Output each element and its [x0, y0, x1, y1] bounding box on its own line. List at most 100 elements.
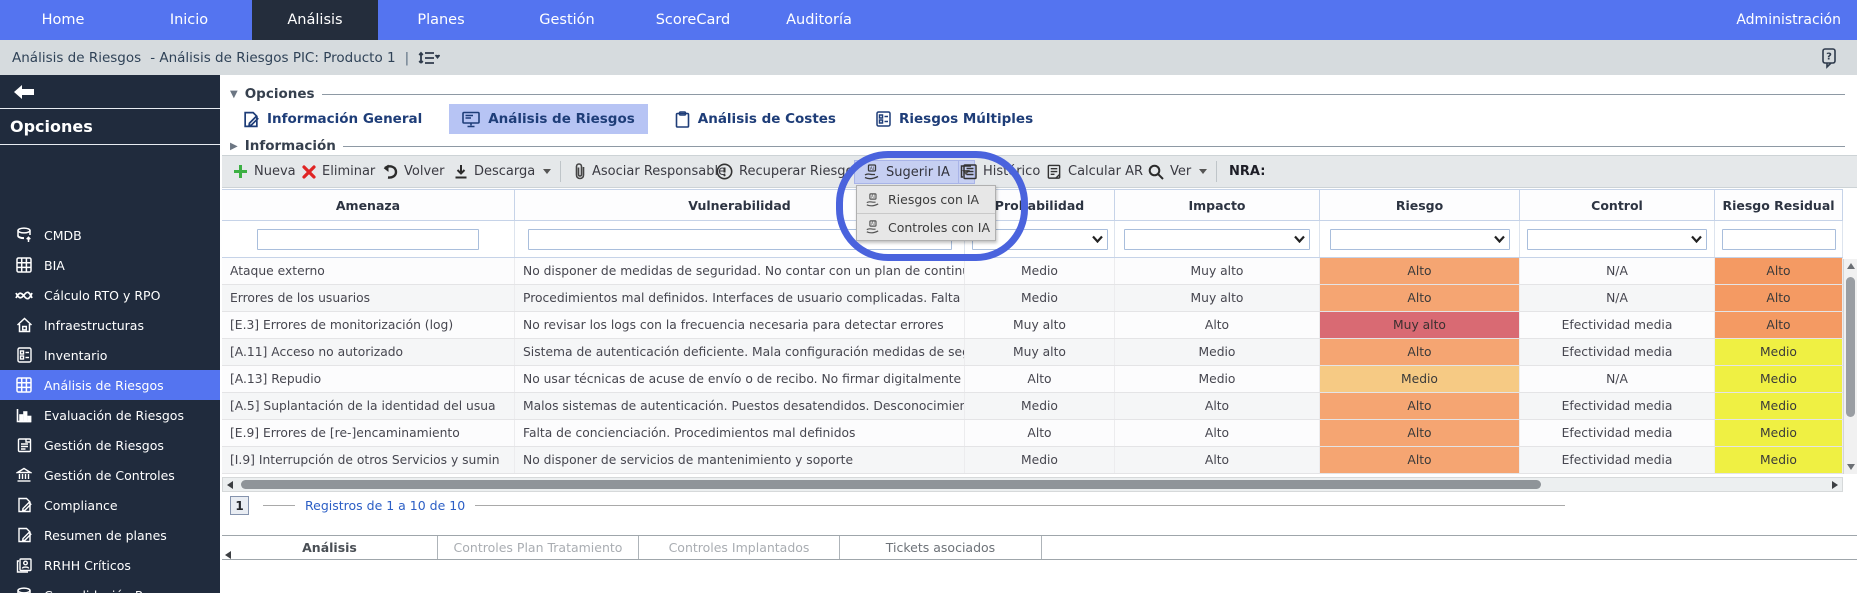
sidebar-item-label: Infraestructuras — [44, 318, 144, 333]
scroll-left-button[interactable] — [223, 478, 237, 491]
menu-item-riesgos-con-ia[interactable]: AI Riesgos con IA — [857, 186, 995, 213]
tab-riesgos-multiples[interactable]: Riesgos Múltiples — [863, 104, 1046, 134]
table-row[interactable]: [E.9] Errores de [re-]encaminamiento Fal… — [222, 420, 1843, 447]
tab-label: Riesgos Múltiples — [899, 111, 1033, 127]
sidebar-item-consolidacion-recursos[interactable]: Consolidación Recursos — [0, 580, 220, 593]
sidebar-item-compliance[interactable]: Compliance — [0, 490, 220, 520]
database-gear-icon — [15, 587, 33, 593]
column-header-control[interactable]: Control — [1520, 190, 1715, 220]
bottom-tab-analisis[interactable]: Análisis — [222, 536, 438, 559]
sidebar-item-calculo-rto-rpo[interactable]: Cálculo RTO y RPO — [0, 280, 220, 310]
column-header-riesgo[interactable]: Riesgo — [1320, 190, 1520, 220]
table-filter-row — [222, 221, 1843, 258]
cell-vulnerabilidad: Sistema de autenticación deficiente. Mal… — [515, 339, 965, 365]
recover-risks-button[interactable]: Recuperar Riesgos — [716, 156, 860, 187]
vertical-scrollbar-thumb[interactable] — [1846, 277, 1855, 417]
svg-text:AI: AI — [871, 221, 875, 226]
sidebar-item-rrhh-criticos[interactable]: RRHH Críticos — [0, 550, 220, 580]
suggest-ai-button[interactable]: AI Sugerir IA — [854, 160, 975, 184]
sidebar-item-analisis-de-riesgos[interactable]: Análisis de Riesgos — [0, 370, 220, 400]
delete-button[interactable]: Eliminar — [302, 156, 375, 187]
sidebar-item-infraestructuras[interactable]: Infraestructuras — [0, 310, 220, 340]
sidebar-item-gestion-de-controles[interactable]: Gestión de Controles — [0, 460, 220, 490]
bottom-tab-controles-plan-tratamiento[interactable]: Controles Plan Tratamiento — [438, 536, 639, 559]
history-button[interactable]: Histórico — [960, 156, 1040, 187]
table-row[interactable]: [A.5] Suplantación de la identidad del u… — [222, 393, 1843, 420]
back-button[interactable]: Volver — [382, 156, 445, 187]
tab-informacion-general[interactable]: Información General — [230, 104, 435, 134]
download-button[interactable]: Descarga — [454, 156, 551, 187]
horizontal-scrollbar[interactable] — [222, 477, 1843, 492]
vertical-scrollbar[interactable] — [1843, 259, 1857, 474]
filter-select-impacto[interactable] — [1124, 229, 1310, 250]
sidebar-item-bia[interactable]: BIA — [0, 250, 220, 280]
filter-input-riesgo-residual[interactable] — [1722, 229, 1836, 250]
assign-responsible-button[interactable]: Asociar Responsable — [574, 156, 726, 187]
column-header-amenaza[interactable]: Amenaza — [222, 190, 515, 220]
cell-riesgo-residual: Medio — [1715, 420, 1843, 446]
page-number-button[interactable]: 1 — [230, 496, 249, 515]
risk-table: Amenaza Vulnerabilidad Probabilidad Impa… — [222, 189, 1843, 474]
sidebar-item-label: Inventario — [44, 348, 107, 363]
cell-riesgo-residual: Medio — [1715, 366, 1843, 392]
scroll-up-button[interactable] — [1844, 259, 1857, 273]
tab-analisis-de-costes[interactable]: Análisis de Costes — [662, 104, 849, 134]
sidebar-item-cmdb[interactable]: CMDB — [0, 220, 220, 250]
ai-hand-icon: AI — [865, 220, 880, 234]
button-label: Recuperar Riesgos — [739, 164, 860, 179]
exclamation-circle-icon — [716, 163, 733, 180]
undo-arrow-icon — [382, 164, 398, 179]
breadcrumb-separator: | — [405, 50, 410, 66]
table-row[interactable]: Ataque externo No disponer de medidas de… — [222, 258, 1843, 285]
cell-vulnerabilidad: No usar técnicas de acuse de envío o de … — [515, 366, 965, 392]
table-row[interactable]: [A.13] Repudio No usar técnicas de acuse… — [222, 366, 1843, 393]
collapse-triangle-icon[interactable]: ▼ — [230, 89, 238, 100]
table-row[interactable]: [E.3] Errores de monitorización (log) No… — [222, 312, 1843, 339]
sidebar-item-resumen-de-planes[interactable]: Resumen de planes — [0, 520, 220, 550]
scroll-right-button[interactable] — [1828, 478, 1842, 491]
download-icon — [454, 164, 468, 179]
collapse-left-icon[interactable] — [225, 544, 231, 563]
calculate-ar-button[interactable]: Calcular AR — [1046, 156, 1143, 187]
list-icon — [876, 111, 891, 127]
nav-item-analisis[interactable]: Análisis — [252, 0, 378, 40]
nav-item-gestion[interactable]: Gestión — [504, 0, 630, 40]
tab-analisis-de-riesgos[interactable]: Análisis de Riesgos — [449, 104, 648, 134]
table-row[interactable]: [I.9] Interrupción de otros Servicios y … — [222, 447, 1843, 474]
nav-item-inicio[interactable]: Inicio — [126, 0, 252, 40]
bottom-tab-tickets-asociados[interactable]: Tickets asociados — [840, 536, 1042, 559]
sidebar-item-label: Compliance — [44, 498, 118, 513]
nav-item-scorecard[interactable]: ScoreCard — [630, 0, 756, 40]
nav-item-home[interactable]: Home — [0, 0, 126, 40]
section-divider — [322, 94, 1845, 95]
help-icon[interactable]: ? — [1819, 47, 1839, 69]
sidebar-item-inventario[interactable]: Inventario — [0, 340, 220, 370]
bottom-tab-controles-implantados[interactable]: Controles Implantados — [639, 536, 840, 559]
new-button[interactable]: Nueva — [233, 156, 296, 187]
nav-item-planes[interactable]: Planes — [378, 0, 504, 40]
toolbar-separator — [560, 161, 561, 182]
table-row[interactable]: Errores de los usuarios Procedimientos m… — [222, 285, 1843, 312]
cell-vulnerabilidad: No disponer de medidas de seguridad. No … — [515, 258, 965, 284]
nav-item-administracion[interactable]: Administración — [1736, 0, 1857, 40]
horizontal-scrollbar-thumb[interactable] — [241, 480, 1541, 489]
sidebar-item-evaluacion-de-riesgos[interactable]: Evaluación de Riesgos — [0, 400, 220, 430]
sidebar-item-gestion-de-riesgos[interactable]: Gestión de Riesgos — [0, 430, 220, 460]
column-header-impacto[interactable]: Impacto — [1115, 190, 1320, 220]
breadcrumb-page: - Análisis de Riesgos PIC: Producto 1 — [150, 50, 395, 66]
expand-triangle-icon[interactable]: ▶ — [230, 141, 238, 152]
nav-item-auditoria[interactable]: Auditoría — [756, 0, 882, 40]
filter-select-riesgo[interactable] — [1330, 229, 1510, 250]
column-header-riesgo-residual[interactable]: Riesgo Residual — [1715, 190, 1843, 220]
grid-icon — [15, 257, 33, 273]
table-row[interactable]: [A.11] Acceso no autorizado Sistema de a… — [222, 339, 1843, 366]
filter-select-control[interactable] — [1527, 229, 1707, 250]
sort-list-icon[interactable] — [418, 50, 440, 66]
cell-probabilidad: Medio — [965, 393, 1115, 419]
view-button[interactable]: Ver — [1148, 156, 1207, 187]
scroll-down-button[interactable] — [1844, 460, 1857, 474]
menu-item-controles-con-ia[interactable]: AI Controles con IA — [857, 213, 995, 240]
filter-input-amenaza[interactable] — [257, 229, 479, 250]
sidebar-back-button[interactable] — [0, 75, 220, 108]
cell-control: Efectividad media — [1520, 312, 1715, 338]
